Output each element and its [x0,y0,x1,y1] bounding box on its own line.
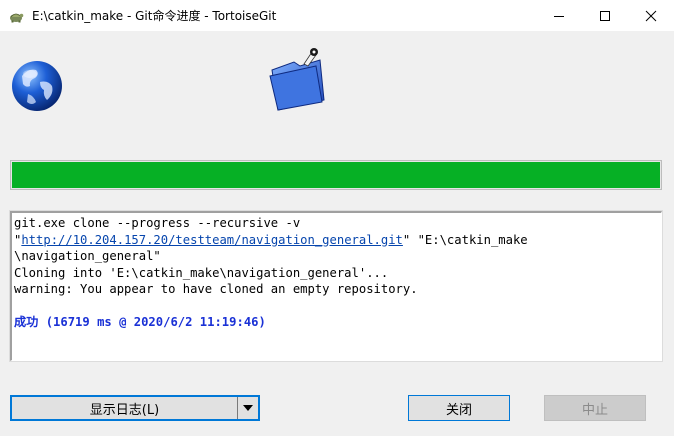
minimize-button[interactable] [536,0,582,31]
dropdown-arrow-icon [243,405,253,411]
log-line: "http://10.204.157.20/testteam/navigatio… [14,232,659,249]
log-line: warning: You appear to have cloned an em… [14,282,418,296]
folder-icon [269,48,325,111]
close-window-button[interactable] [628,0,674,31]
log-line: \navigation_general" [14,249,161,263]
maximize-button[interactable] [582,0,628,31]
window-controls [536,0,674,31]
close-button[interactable]: 关闭 [408,395,510,421]
output-log[interactable]: git.exe clone --progress --recursive -v "… [10,211,662,361]
window-title: E:\catkin_make - Git命令进度 - TortoiseGit [32,9,277,23]
abort-button: 中止 [544,395,646,421]
show-log-dropdown[interactable] [237,397,258,419]
title-bar[interactable]: E:\catkin_make - Git命令进度 - TortoiseGit [0,0,674,31]
progress-bar [10,160,662,190]
show-log-label: 显示日志(L) [89,402,160,418]
log-text: " "E:\catkin_make [402,232,528,247]
progress-bar-fill [12,162,660,188]
show-log-button[interactable]: 显示日志(L) [12,397,237,419]
log-blank-line [14,298,659,315]
abort-button-label: 中止 [581,402,608,418]
close-button-label: 关闭 [445,402,472,418]
success-message: 成功 (16719 ms @ 2020/6/2 11:19:46) [14,315,266,329]
minimize-icon [554,15,564,17]
globe-icon [12,61,62,111]
tortoise-icon [10,13,24,22]
repo-url-link[interactable]: http://10.204.157.20/testteam/navigation… [21,233,403,247]
log-line: git.exe clone --progress --recursive -v [14,216,301,230]
log-line: Cloning into 'E:\catkin_make\navigation_… [14,265,389,280]
close-icon [645,10,657,21]
progress-dialog: E:\catkin_make - Git命令进度 - TortoiseGit g… [0,0,674,436]
maximize-icon [600,10,610,21]
show-log-split-button[interactable]: 显示日志(L) [10,395,260,421]
